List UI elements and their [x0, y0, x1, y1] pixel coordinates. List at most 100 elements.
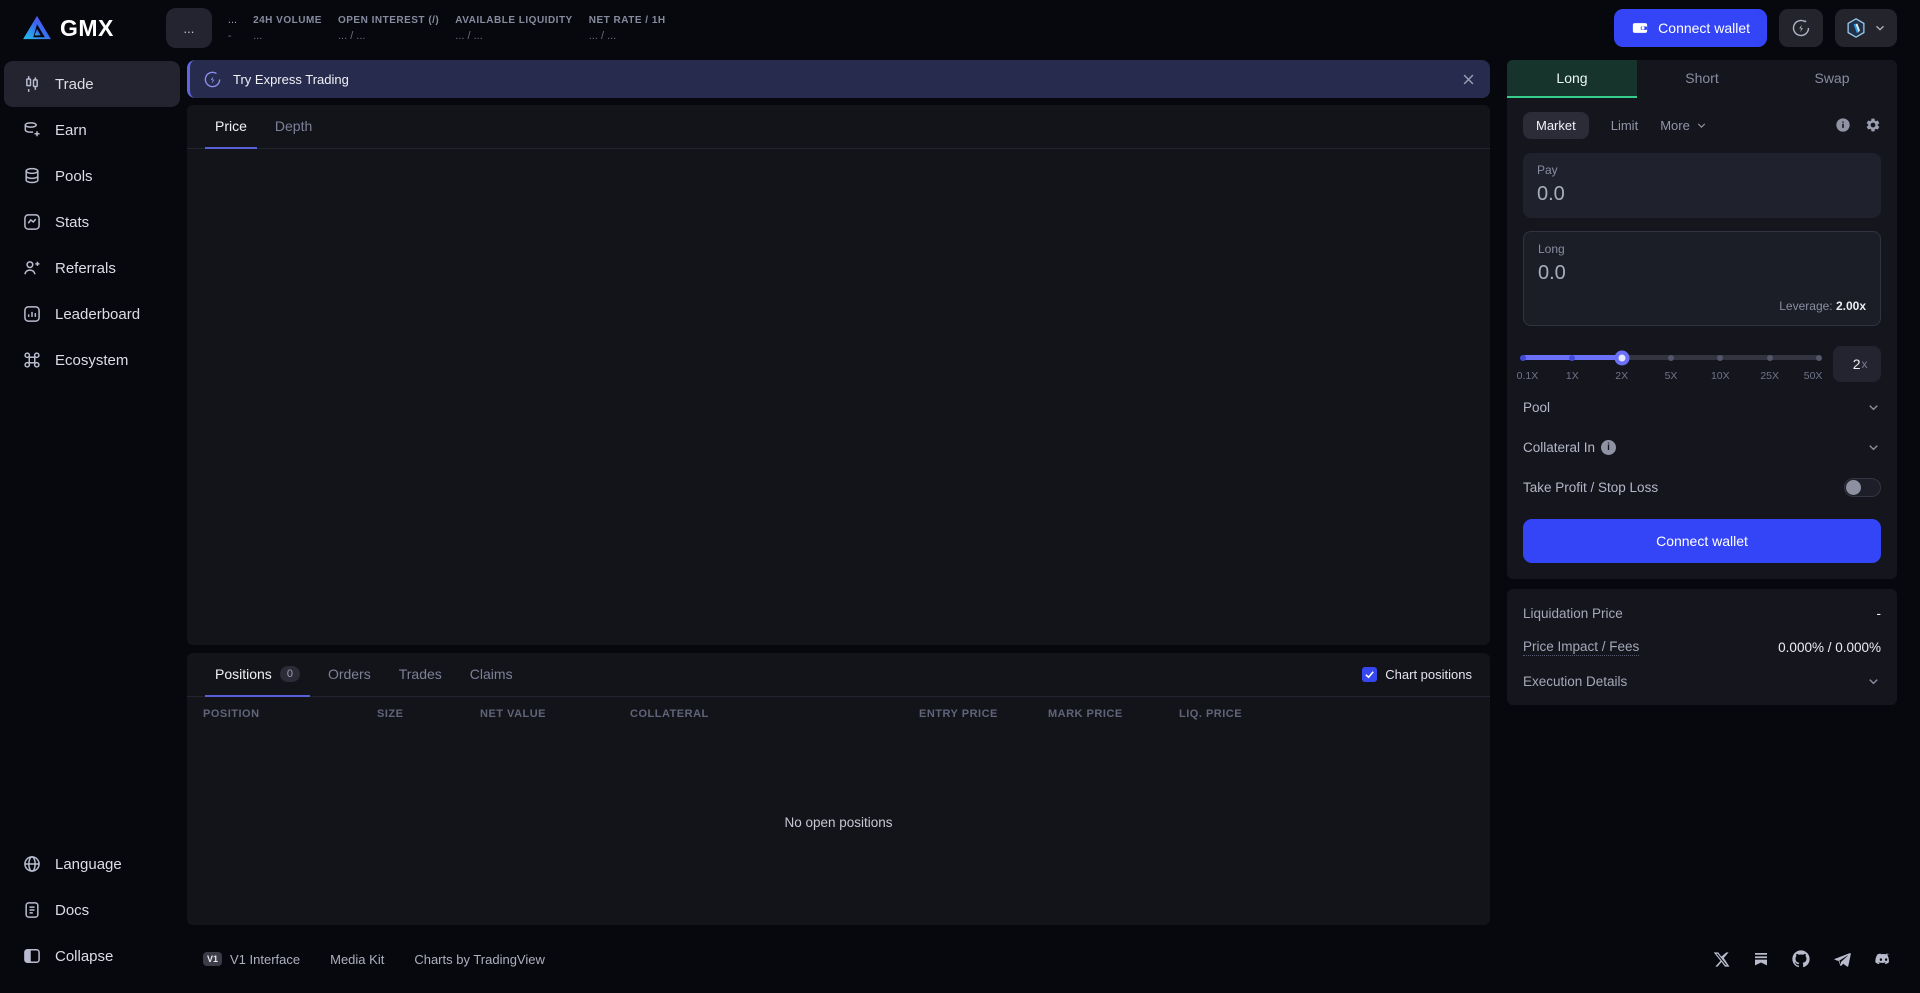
order-type-more[interactable]: More [1660, 118, 1708, 133]
tab-claims[interactable]: Claims [460, 653, 523, 697]
chart-positions-toggle[interactable]: Chart positions [1362, 653, 1472, 696]
column-entry-price: ENTRY PRICE [919, 708, 1048, 720]
sidebar-item-label: Collapse [55, 948, 113, 965]
column-position: POSITION [203, 708, 377, 720]
sidebar-item-pools[interactable]: Pools [4, 153, 180, 199]
substack-icon[interactable] [1753, 951, 1769, 967]
sidebar-item-language[interactable]: Language [4, 841, 180, 887]
slider-mark-dot [1717, 355, 1723, 361]
positions-empty-state: No open positions [187, 729, 1490, 925]
long-label: Long [1538, 242, 1866, 256]
order-type-market[interactable]: Market [1523, 112, 1589, 139]
telegram-icon[interactable] [1833, 950, 1851, 968]
media-kit-link[interactable]: Media Kit [330, 952, 384, 967]
tab-positions[interactable]: Positions 0 [205, 653, 310, 697]
slider-mark-dot [1767, 355, 1773, 361]
x-twitter-icon[interactable] [1713, 951, 1730, 968]
tab-short[interactable]: Short [1637, 60, 1767, 98]
sidebar-item-label: Pools [55, 168, 93, 185]
sidebar: Trade Earn Pools [0, 56, 186, 993]
sidebar-item-trade[interactable]: Trade [4, 61, 180, 107]
market-selector-label: ... [183, 21, 194, 36]
sidebar-collapse-button[interactable]: Collapse [4, 933, 180, 979]
connect-wallet-button-panel[interactable]: Connect wallet [1523, 519, 1881, 563]
leverage-slider[interactable]: 0.1X 1X 2X 5X 10X 25X 50X [1523, 346, 1819, 384]
liquidation-price-row: Liquidation Price - [1523, 596, 1881, 630]
v1-interface-link[interactable]: V1 V1 Interface [203, 952, 300, 967]
market-price-value: ... [228, 14, 237, 26]
column-liq-price: LIQ. PRICE [1179, 708, 1474, 720]
tp-sl-toggle[interactable] [1844, 478, 1881, 497]
sidebar-item-docs[interactable]: Docs [4, 887, 180, 933]
sidebar-spacer [0, 383, 186, 841]
info-icon[interactable] [1835, 117, 1851, 133]
column-size: SIZE [377, 708, 480, 720]
sidebar-item-ecosystem[interactable]: Ecosystem [4, 337, 180, 383]
pay-label: Pay [1537, 163, 1867, 177]
sidebar-item-referrals[interactable]: Referrals [4, 245, 180, 291]
chart-positions-checkbox[interactable] [1362, 667, 1377, 682]
price-impact-fees-value: 0.000% / 0.000% [1778, 640, 1881, 655]
slider-track[interactable] [1523, 355, 1819, 360]
market-selector-button[interactable]: ... [166, 8, 212, 48]
leverage-input-box[interactable]: x [1833, 346, 1881, 382]
column-mark-price: MARK PRICE [1048, 708, 1179, 720]
trade-box-body: Market Limit More [1507, 98, 1897, 579]
column-net-value: NET VALUE [480, 708, 630, 720]
market-price-change: - [228, 30, 237, 42]
express-trading-button[interactable] [1779, 9, 1823, 47]
price-impact-fees-row: Price Impact / Fees 0.000% / 0.000% [1523, 630, 1881, 664]
leverage-input[interactable] [1847, 356, 1861, 372]
sidebar-item-earn[interactable]: Earn [4, 107, 180, 153]
tab-trades[interactable]: Trades [389, 653, 452, 697]
tab-depth[interactable]: Depth [265, 105, 322, 149]
tab-price[interactable]: Price [205, 105, 257, 149]
network-selector-button[interactable] [1835, 9, 1897, 47]
slider-mark-dot [1520, 355, 1526, 361]
leverage-slider-thumb[interactable] [1614, 350, 1629, 365]
long-input[interactable] [1538, 262, 1866, 285]
pay-field[interactable]: Pay [1523, 153, 1881, 218]
slider-mark-dot [1569, 355, 1575, 361]
gmx-logo[interactable]: GMX [22, 15, 114, 42]
stat-available-liquidity: AVAILABLE LIQUIDITY ... / ... [455, 15, 572, 42]
pool-selector-row[interactable]: Pool [1523, 390, 1881, 424]
settings-gear-icon[interactable] [1865, 117, 1881, 133]
check-icon [1364, 669, 1375, 680]
tab-long[interactable]: Long [1507, 60, 1637, 98]
order-row-icons [1835, 117, 1881, 133]
long-field[interactable]: Long Leverage: 2.00x [1523, 231, 1881, 326]
positions-table-header: POSITION SIZE NET VALUE COLLATERAL ENTRY… [187, 697, 1490, 729]
pay-input[interactable] [1537, 183, 1867, 206]
bar-chart-icon [22, 304, 42, 324]
coins-plus-icon [22, 120, 42, 140]
wallet-icon [1631, 19, 1649, 37]
leverage-unit: x [1862, 357, 1868, 371]
tradingview-link[interactable]: Charts by TradingView [414, 952, 545, 967]
banner-close-button[interactable] [1461, 72, 1476, 87]
direction-tab-bar: Long Short Swap [1507, 60, 1897, 98]
collapse-sidebar-icon [22, 946, 42, 966]
sidebar-item-stats[interactable]: Stats [4, 199, 180, 245]
positions-count-badge: 0 [280, 666, 300, 682]
collateral-in-row[interactable]: Collateral In i [1523, 430, 1881, 464]
tab-swap[interactable]: Swap [1767, 60, 1897, 98]
leverage-slider-zone: 0.1X 1X 2X 5X 10X 25X 50X [1523, 346, 1881, 384]
slider-mark-dot [1668, 355, 1674, 361]
market-price: ... - [228, 14, 237, 42]
connect-wallet-button-header[interactable]: Connect wallet [1614, 9, 1767, 47]
express-trading-banner[interactable]: Try Express Trading [187, 60, 1490, 98]
positions-tab-bar: Positions 0 Orders Trades Claims [187, 653, 1490, 697]
chart-line-icon [22, 212, 42, 232]
chart-canvas-area[interactable] [187, 149, 1490, 645]
tab-orders[interactable]: Orders [318, 653, 381, 697]
github-icon[interactable] [1792, 950, 1810, 968]
order-type-row: Market Limit More [1523, 110, 1881, 140]
discord-icon[interactable] [1874, 950, 1893, 969]
gmx-logo-icon [22, 15, 52, 41]
arbitrum-network-icon [1845, 17, 1867, 39]
order-type-limit[interactable]: Limit [1611, 118, 1638, 133]
chevron-down-icon [1866, 440, 1881, 455]
execution-details-row[interactable]: Execution Details [1523, 664, 1881, 698]
sidebar-item-leaderboard[interactable]: Leaderboard [4, 291, 180, 337]
